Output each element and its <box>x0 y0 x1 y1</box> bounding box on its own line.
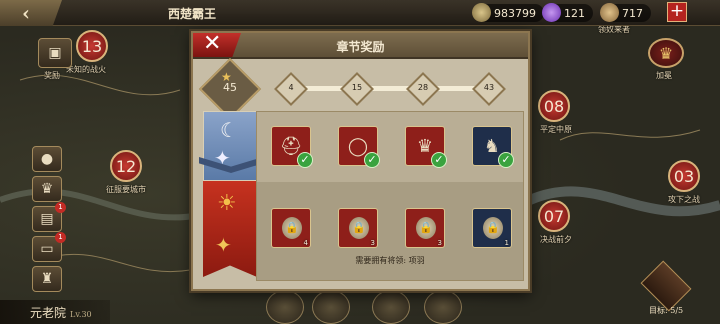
reward-count: 4 <box>303 239 308 247</box>
trophy-icon: ♜ <box>40 271 54 287</box>
map-marker-label: 攻下之战 <box>668 195 700 204</box>
crown-icon: ♛ <box>416 135 434 157</box>
milestone-label: 43 <box>483 83 495 92</box>
gold-counter: 983799 <box>472 3 544 22</box>
milestone-label: 4 <box>288 83 294 92</box>
notification-badge: 1 <box>55 202 66 213</box>
armor-icon: ♞ <box>483 135 501 157</box>
lock-icon: 🔒 <box>483 217 503 239</box>
reward-item[interactable]: ⛑ ✓ <box>271 126 313 168</box>
moon-icon: ☾ <box>220 118 238 142</box>
reward-count: 3 <box>437 239 442 247</box>
requirement-text: 需要拥有将领: 项羽 <box>355 256 425 265</box>
map-marker[interactable]: 08 <box>538 90 570 122</box>
lock-icon: 🔒 <box>416 217 436 239</box>
bag-icon: ● <box>40 151 54 167</box>
bottom-button[interactable] <box>424 290 462 324</box>
treasure-progress: 目标: 5/5 <box>649 306 684 315</box>
senate-button[interactable]: 元老院 Lv.30 <box>0 300 110 324</box>
back-button[interactable]: ‹ <box>0 0 62 26</box>
chest-icon: ▭ <box>40 241 54 257</box>
top-bar: ‹ 西楚霸王 983799 121 717 + <box>0 0 720 26</box>
lock-icon: 🔒 <box>349 217 369 239</box>
sidebar-item-bag[interactable]: ● <box>32 146 62 172</box>
sidebar-item-trophy[interactable]: ♜ <box>32 266 62 292</box>
bottom-button[interactable] <box>266 290 304 324</box>
add-resource-button[interactable]: + <box>667 2 687 22</box>
map-marker[interactable]: 13 <box>76 30 108 62</box>
coronation-button[interactable]: ♛ <box>648 38 684 68</box>
coronation-label: 加冕 <box>656 71 672 80</box>
sun-icon: ☀ <box>217 191 237 216</box>
chest-icon: ▣ <box>48 45 62 61</box>
claimed-check-icon: ✓ <box>431 152 447 168</box>
map-marker[interactable]: 12 <box>110 150 142 182</box>
map-marker-label: 未知的战火 <box>66 65 106 74</box>
back-arrow-icon: ‹ <box>22 1 30 25</box>
milestone-label: 15 <box>351 83 363 92</box>
reward-item[interactable]: ♛ ✓ <box>405 126 447 168</box>
chapter-reward-dialog: 章节奖励 ✕ ★ 45 4 15 28 43 ☾ ✦ ☀ ✦ ⛑ ✓ ◯ ✓ ♛ ✓ … <box>191 31 530 291</box>
progress-track <box>291 86 489 91</box>
bracelet-icon: ◯ <box>347 135 369 157</box>
claimed-check-icon: ✓ <box>364 152 380 168</box>
gem-counter: 121 <box>542 3 593 22</box>
milestone-label: 28 <box>417 83 429 92</box>
crown-icon: ♛ <box>40 181 54 197</box>
sidebar-item-chest[interactable]: ▭ 1 <box>32 232 66 262</box>
reward-chest-button[interactable]: ▣ <box>38 38 72 68</box>
reward-item[interactable]: ◯ ✓ <box>338 126 380 168</box>
reward-count: 1 <box>504 239 509 247</box>
notification-badge: 1 <box>55 232 66 243</box>
sidebar-item-film[interactable]: ▤ 1 <box>32 202 66 232</box>
reward-chest-label: 奖励 <box>44 71 60 80</box>
reward-item[interactable]: 🔒 4 <box>271 208 311 248</box>
star-count: 45 <box>223 81 237 94</box>
dialog-header: 章节奖励 ✕ <box>193 33 528 59</box>
film-icon: ▤ <box>40 211 54 227</box>
reward-item[interactable]: ♞ ✓ <box>472 126 514 168</box>
map-marker-label: 决战前夕 <box>540 235 572 244</box>
bottom-button[interactable] <box>312 290 350 324</box>
lock-icon: 🔒 <box>282 217 302 239</box>
reward-item[interactable]: 🔒 1 <box>472 208 512 248</box>
coin-icon <box>472 3 491 22</box>
scroll-icon <box>600 3 619 22</box>
claimed-check-icon: ✓ <box>498 152 514 168</box>
map-marker-label: 平定中原 <box>540 125 572 134</box>
bottom-button[interactable] <box>372 290 410 324</box>
reward-item[interactable]: 🔒 3 <box>405 208 445 248</box>
crown-icon: ♛ <box>658 43 674 63</box>
dialog-title: 章节奖励 <box>336 40 385 54</box>
reward-count: 3 <box>370 239 375 247</box>
claimed-check-icon: ✓ <box>297 152 313 168</box>
reward-item[interactable]: 🔒 3 <box>338 208 378 248</box>
sidebar-item-crown[interactable]: ♛ <box>32 176 62 202</box>
map-marker[interactable]: 07 <box>538 200 570 232</box>
eagle-icon: ✦ <box>215 233 232 257</box>
sun-banner: ☀ ✦ <box>203 181 257 277</box>
troops-counter: 717 <box>600 3 651 22</box>
gem-icon <box>542 3 561 22</box>
page-title: 西楚霸王 <box>168 7 217 21</box>
map-marker[interactable]: 03 <box>668 160 700 192</box>
map-marker-label: 征服要城市 <box>106 185 146 194</box>
